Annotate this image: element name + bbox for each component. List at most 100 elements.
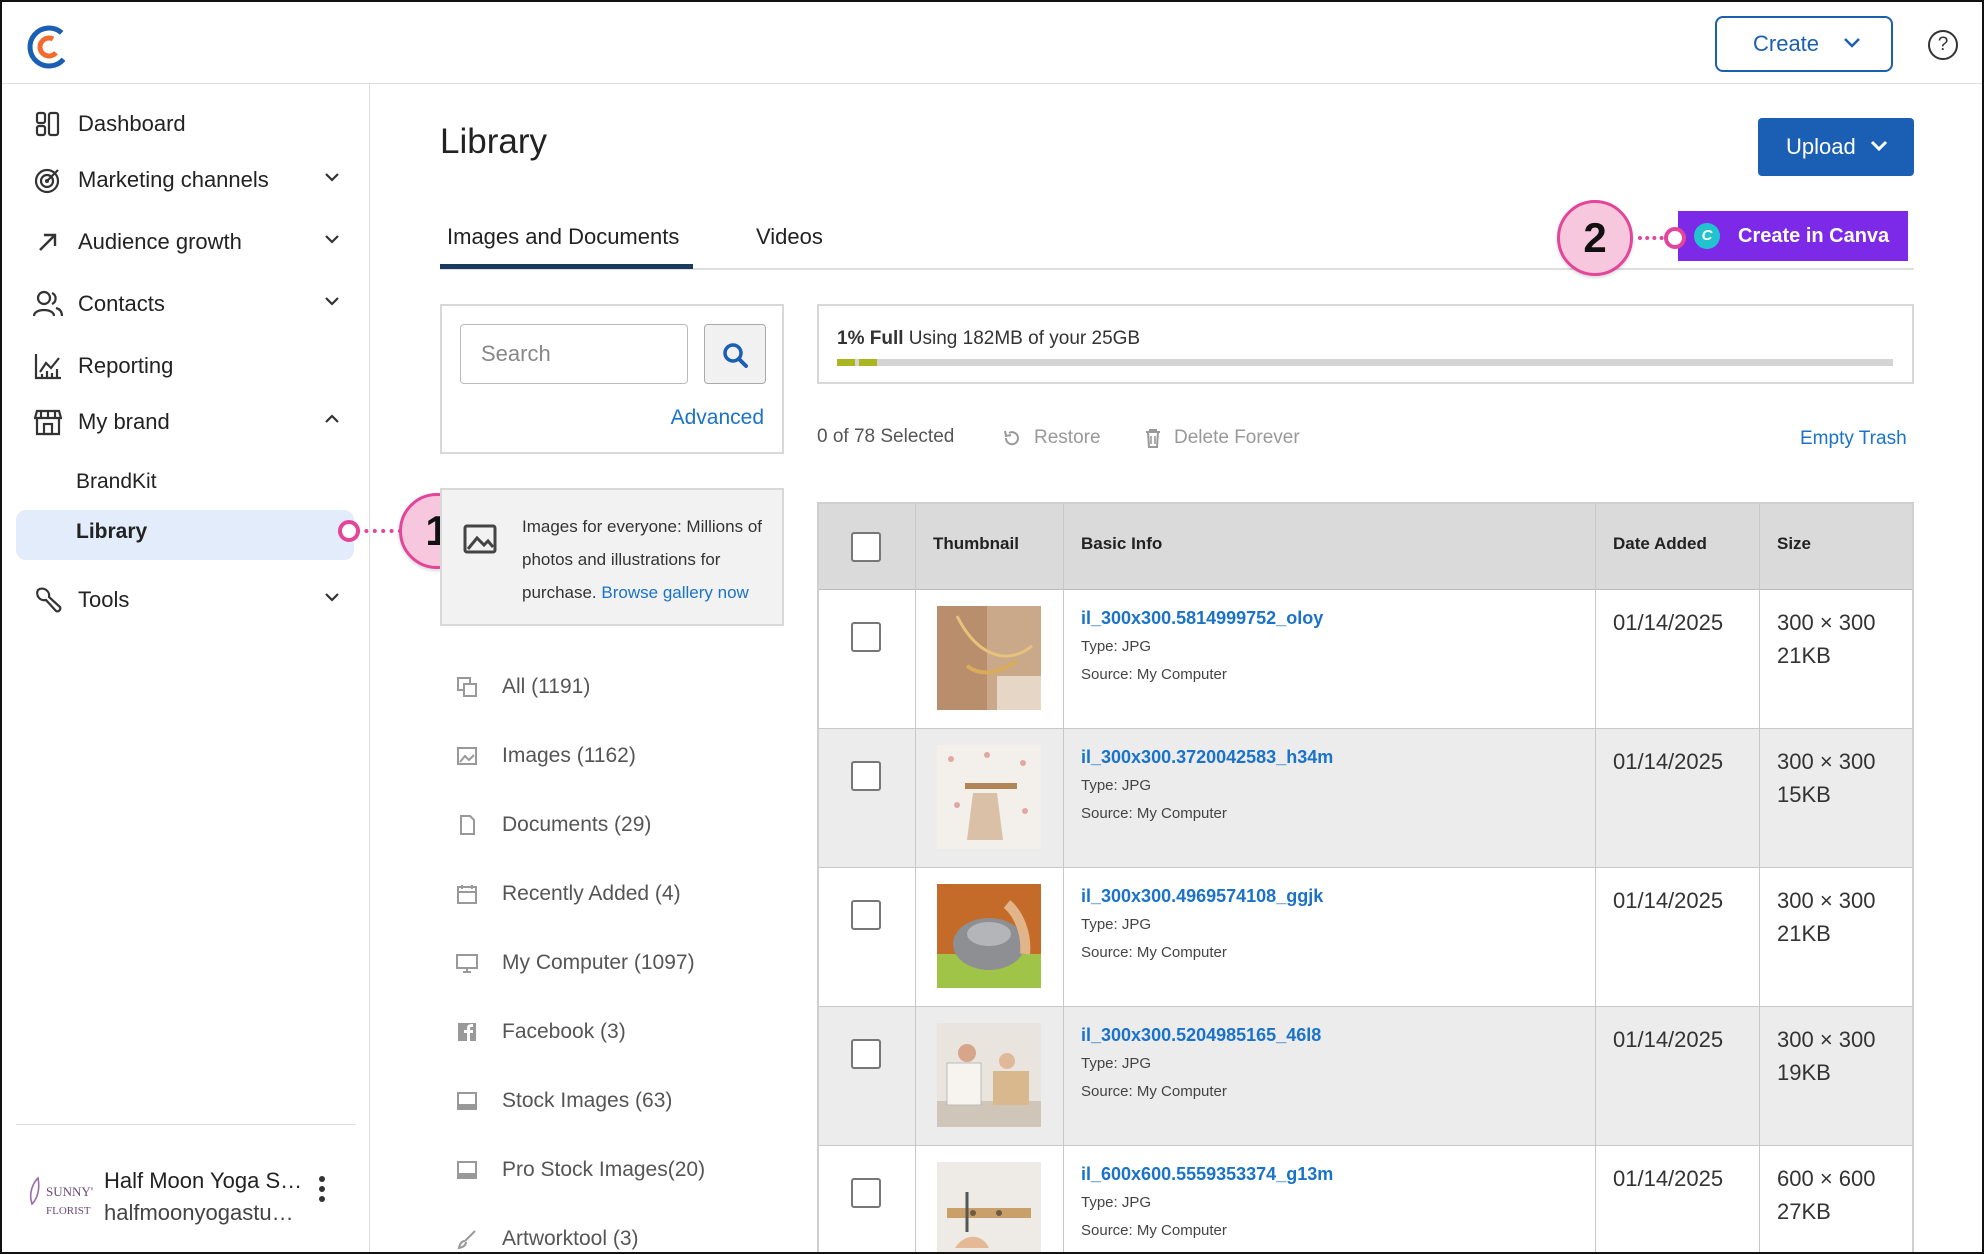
sidebar-item-brandkit[interactable]: BrandKit <box>76 470 157 494</box>
column-header-date-added[interactable]: Date Added <box>1613 534 1707 554</box>
image-gallery-icon <box>463 524 497 554</box>
file-type: Type: JPG <box>1081 916 1152 933</box>
document-icon <box>460 815 475 835</box>
table-row[interactable]: il_300x300.5204985165_46l8 Type: JPG Sou… <box>819 1007 1912 1146</box>
thumbnail-image[interactable] <box>937 1162 1041 1252</box>
sidebar-item-audience-growth[interactable]: Audience growth <box>32 222 352 262</box>
filter-label: Facebook (3) <box>502 1020 626 1043</box>
wrench-icon <box>32 584 64 616</box>
row-checkbox[interactable] <box>851 1039 881 1069</box>
target-icon <box>32 164 64 196</box>
filter-artworktool[interactable]: Artworktool (3) <box>456 1227 639 1251</box>
delete-forever-button[interactable]: Delete Forever <box>1144 427 1300 449</box>
search-button[interactable] <box>704 324 766 384</box>
callout-2-anchor <box>1664 227 1686 249</box>
file-dimensions: 300 × 300 <box>1777 1027 1876 1052</box>
row-checkbox[interactable] <box>851 761 881 791</box>
file-name-link[interactable]: il_300x300.4969574108_ggjk <box>1081 886 1323 907</box>
column-divider <box>1595 504 1596 1252</box>
thumbnail-image[interactable] <box>937 606 1041 710</box>
date-added: 01/14/2025 <box>1613 610 1724 635</box>
chevron-down-icon <box>1870 140 1888 152</box>
create-button[interactable]: Create <box>1715 16 1893 72</box>
table-row[interactable]: il_300x300.4969574108_ggjk Type: JPG Sou… <box>819 868 1912 1007</box>
file-dimensions: 300 × 300 <box>1777 610 1876 635</box>
sidebar-item-my-brand[interactable]: My brand <box>32 402 352 442</box>
file-name-link[interactable]: il_600x600.5559353374_g13m <box>1081 1164 1333 1185</box>
filter-stock-images[interactable]: Stock Images (63) <box>456 1089 672 1113</box>
storage-usage: Using 182MB of your 25GB <box>908 328 1141 349</box>
table-row[interactable]: il_300x300.5814999752_oloy Type: JPG Sou… <box>819 590 1912 729</box>
empty-trash-link[interactable]: Empty Trash <box>1800 428 1907 450</box>
file-bytes: 27KB <box>1777 1199 1831 1224</box>
top-bar: Create ? <box>2 2 1982 84</box>
thumbnail-image[interactable] <box>937 884 1041 988</box>
column-header-thumbnail[interactable]: Thumbnail <box>933 534 1019 554</box>
restore-label: Restore <box>1034 427 1101 448</box>
filter-facebook[interactable]: Facebook (3) <box>456 1020 626 1044</box>
filter-pro-stock-images[interactable]: Pro Stock Images(20) <box>456 1158 705 1182</box>
file-dimensions: 600 × 600 <box>1777 1166 1876 1191</box>
file-source: Source: My Computer <box>1081 666 1227 683</box>
filter-images[interactable]: Images (1162) <box>456 744 636 768</box>
storage-bar-track <box>837 359 1893 366</box>
column-divider <box>1063 504 1064 1252</box>
thumbnail-image[interactable] <box>937 745 1041 849</box>
date-added: 01/14/2025 <box>1613 888 1724 913</box>
storage-bar-fill <box>859 359 877 366</box>
table-header: Thumbnail Basic Info Date Added Size <box>819 504 1912 590</box>
app-logo-icon[interactable] <box>26 24 72 70</box>
advanced-search-link[interactable]: Advanced <box>671 406 764 430</box>
column-header-basic-info[interactable]: Basic Info <box>1081 534 1162 554</box>
file-name-link[interactable]: il_300x300.3720042583_h34m <box>1081 747 1333 768</box>
file-name-link[interactable]: il_300x300.5814999752_oloy <box>1081 608 1323 629</box>
more-vertical-icon[interactable] <box>314 1172 330 1212</box>
sidebar-item-contacts[interactable]: Contacts <box>32 284 352 324</box>
file-name-link[interactable]: il_300x300.5204985165_46l8 <box>1081 1025 1321 1046</box>
filter-label: Artworktool (3) <box>502 1227 639 1250</box>
sidebar-item-tools[interactable]: Tools <box>32 580 352 620</box>
restore-button[interactable]: Restore <box>1002 427 1101 449</box>
sidebar-item-dashboard[interactable]: Dashboard <box>32 104 352 144</box>
filter-label: My Computer (1097) <box>502 951 695 974</box>
thumbnail-image[interactable] <box>937 1023 1041 1127</box>
file-source: Source: My Computer <box>1081 805 1227 822</box>
search-input[interactable]: Search <box>460 324 688 384</box>
brush-icon <box>457 1230 476 1250</box>
account-logo-top: SUNNY'S <box>46 1184 94 1199</box>
select-all-checkbox[interactable] <box>851 532 881 562</box>
stock-image-icon <box>457 1092 477 1110</box>
filter-my-computer[interactable]: My Computer (1097) <box>456 951 695 975</box>
file-size: 300 × 300 15KB <box>1777 745 1875 811</box>
row-checkbox[interactable] <box>851 1178 881 1208</box>
file-type: Type: JPG <box>1081 638 1152 655</box>
row-checkbox[interactable] <box>851 622 881 652</box>
sidebar-item-label: Audience growth <box>78 229 242 254</box>
canva-icon: C <box>1694 223 1720 249</box>
filter-documents[interactable]: Documents (29) <box>456 813 651 837</box>
file-type: Type: JPG <box>1081 777 1152 794</box>
account-name[interactable]: Half Moon Yoga Studio <box>104 1168 304 1194</box>
filter-label: Recently Added (4) <box>502 882 681 905</box>
sidebar-active-highlight <box>16 510 354 560</box>
row-checkbox[interactable] <box>851 900 881 930</box>
column-header-size[interactable]: Size <box>1777 534 1811 554</box>
table-row[interactable]: il_600x600.5559353374_g13m Type: JPG Sou… <box>819 1146 1912 1252</box>
sidebar-item-reporting[interactable]: Reporting <box>32 346 352 386</box>
tab-images-and-documents[interactable]: Images and Documents <box>447 224 679 250</box>
upload-button[interactable]: Upload <box>1758 118 1914 176</box>
stock-promo: Images for everyone: Millions of photos … <box>440 488 784 626</box>
table-row[interactable]: il_300x300.3720042583_h34m Type: JPG Sou… <box>819 729 1912 868</box>
sidebar-item-library[interactable]: Library <box>76 520 147 544</box>
browse-gallery-link[interactable]: Browse gallery now <box>601 583 748 602</box>
create-button-label: Create <box>1753 31 1820 56</box>
file-dimensions: 300 × 300 <box>1777 749 1876 774</box>
sidebar-item-marketing-channels[interactable]: Marketing channels <box>32 160 352 200</box>
create-in-canva-button[interactable]: C Create in Canva <box>1678 211 1908 261</box>
page-title: Library <box>440 122 547 161</box>
filter-recently-added[interactable]: Recently Added (4) <box>456 882 681 906</box>
tab-videos[interactable]: Videos <box>756 224 823 250</box>
help-icon[interactable]: ? <box>1928 30 1958 60</box>
callout-1-leader <box>356 529 402 533</box>
filter-all[interactable]: All (1191) <box>456 675 590 699</box>
